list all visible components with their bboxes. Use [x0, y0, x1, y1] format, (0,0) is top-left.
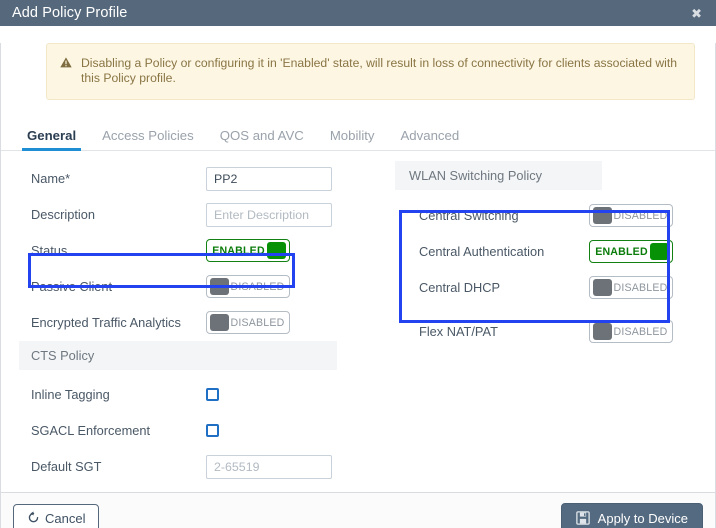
central-dhcp-toggle-knob — [593, 279, 612, 296]
inline-tagging-checkbox[interactable] — [206, 388, 219, 401]
field-row-name: Name* — [1, 161, 389, 197]
tab-qos-and-avc[interactable]: QOS and AVC — [207, 128, 317, 150]
status-label: Status — [31, 243, 68, 258]
close-icon[interactable]: ✖ — [687, 5, 706, 22]
encrypted-traffic-analytics-label: Encrypted Traffic Analytics — [31, 315, 181, 330]
passive-client-toggle-label: DISABLED — [230, 280, 285, 293]
undo-arrow-icon — [27, 511, 40, 526]
apply-to-device-button-label: Apply to Device — [597, 511, 688, 526]
flex-nat-pat-label: Flex NAT/PAT — [419, 324, 498, 339]
status-toggle-knob — [267, 242, 286, 259]
encrypted-traffic-analytics-toggle-knob — [210, 314, 229, 331]
name-label: Name* — [31, 171, 71, 186]
field-row-flex-nat-pat: Flex NAT/PAT DISABLED — [389, 314, 715, 350]
warning-message: Disabling a Policy or configuring it in … — [81, 56, 678, 86]
passive-client-toggle[interactable]: DISABLED — [206, 275, 290, 298]
add-policy-profile-dialog: Add Policy Profile ✖ Disabling a Policy … — [0, 0, 716, 528]
right-column: WLAN Switching Policy Central Switching … — [389, 160, 715, 485]
central-switching-toggle-knob — [593, 207, 612, 224]
form-columns: Name* Description Status ENABLED Passive… — [1, 151, 715, 485]
inline-tagging-label: Inline Tagging — [31, 387, 110, 402]
central-dhcp-toggle-label: DISABLED — [613, 281, 668, 294]
name-input[interactable] — [206, 166, 332, 191]
warning-triangle-icon — [60, 57, 72, 71]
tab-mobility[interactable]: Mobility — [317, 128, 388, 150]
flex-nat-pat-toggle[interactable]: DISABLED — [589, 320, 673, 343]
passive-client-label: Passive Client — [31, 279, 113, 294]
flex-nat-pat-toggle-label: DISABLED — [613, 325, 668, 338]
encrypted-traffic-analytics-toggle[interactable]: DISABLED — [206, 311, 290, 334]
tab-advanced[interactable]: Advanced — [388, 128, 473, 150]
dialog-title: Add Policy Profile — [12, 4, 128, 21]
dialog-titlebar: Add Policy Profile ✖ — [0, 0, 716, 26]
field-row-passive-client: Passive Client DISABLED — [1, 269, 389, 305]
central-authentication-toggle-label: ENABLED — [595, 245, 648, 258]
central-authentication-toggle-knob — [650, 243, 669, 260]
central-dhcp-toggle[interactable]: DISABLED — [589, 276, 673, 299]
dialog-body: Disabling a Policy or configuring it in … — [0, 43, 716, 492]
tab-access-policies[interactable]: Access Policies — [89, 128, 207, 150]
warning-banner: Disabling a Policy or configuring it in … — [46, 43, 695, 100]
description-input[interactable] — [206, 202, 332, 227]
field-row-description: Description — [1, 197, 389, 233]
field-row-sgacl-enforcement: SGACL Enforcement — [1, 413, 389, 449]
field-row-status: Status ENABLED — [1, 233, 389, 269]
central-dhcp-label: Central DHCP — [419, 280, 501, 295]
dialog-footer: Cancel Apply to Device — [0, 492, 716, 528]
description-label: Description — [31, 207, 96, 222]
field-row-central-switching: Central Switching DISABLED — [389, 198, 715, 234]
field-row-default-sgt: Default SGT — [1, 449, 389, 485]
save-floppy-icon — [575, 510, 590, 527]
central-authentication-toggle[interactable]: ENABLED — [589, 240, 673, 263]
central-switching-toggle[interactable]: DISABLED — [589, 204, 673, 227]
apply-to-device-button[interactable]: Apply to Device — [560, 502, 703, 528]
passive-client-toggle-knob — [210, 278, 229, 295]
tab-bar: General Access Policies QOS and AVC Mobi… — [1, 121, 715, 151]
encrypted-traffic-analytics-toggle-label: DISABLED — [230, 316, 285, 329]
central-authentication-label: Central Authentication — [419, 244, 545, 259]
field-row-inline-tagging: Inline Tagging — [1, 377, 389, 413]
default-sgt-label: Default SGT — [31, 459, 102, 474]
cts-policy-section-header: CTS Policy — [19, 340, 337, 370]
central-switching-label: Central Switching — [419, 208, 519, 223]
sgacl-enforcement-checkbox[interactable] — [206, 424, 219, 437]
sgacl-enforcement-label: SGACL Enforcement — [31, 423, 151, 438]
default-sgt-input[interactable] — [206, 454, 332, 479]
cancel-button-label: Cancel — [45, 511, 86, 526]
status-toggle[interactable]: ENABLED — [206, 239, 290, 262]
tab-general[interactable]: General — [14, 128, 89, 151]
central-switching-toggle-label: DISABLED — [613, 209, 668, 222]
cancel-button[interactable]: Cancel — [13, 503, 100, 528]
field-row-central-dhcp: Central DHCP DISABLED — [389, 270, 715, 306]
field-row-encrypted-traffic-analytics: Encrypted Traffic Analytics DISABLED — [1, 305, 389, 341]
flex-nat-pat-toggle-knob — [593, 323, 612, 340]
field-row-central-authentication: Central Authentication ENABLED — [389, 234, 715, 270]
wlan-switching-policy-section-header: WLAN Switching Policy — [395, 160, 602, 190]
status-toggle-label: ENABLED — [212, 244, 265, 257]
left-column: Name* Description Status ENABLED Passive… — [1, 161, 389, 485]
